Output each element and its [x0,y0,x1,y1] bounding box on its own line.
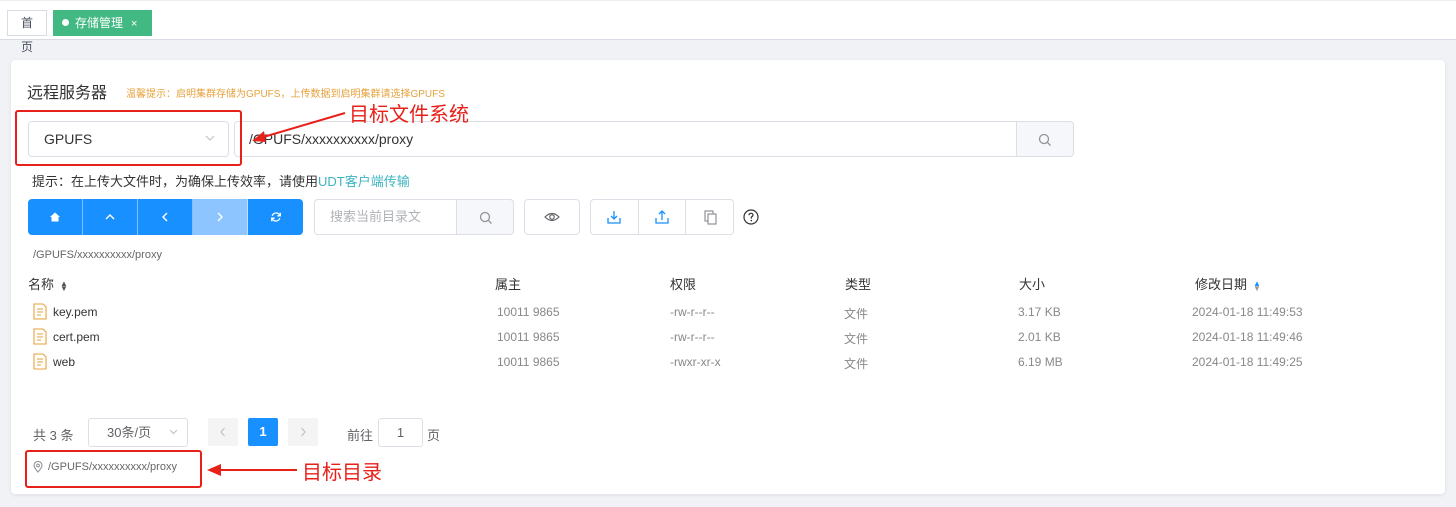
column-header-size: 大小 [1019,277,1046,292]
tab-label: 存储管理 [75,16,124,30]
file-icon [33,353,47,370]
file-name[interactable]: cert.pem [53,330,100,344]
file-icon [33,328,47,345]
search-icon [1038,133,1051,146]
prev-page-button[interactable] [208,418,238,446]
paste-button[interactable] [686,200,733,234]
file-name-cell[interactable]: cert.pem [33,328,100,345]
path-search-button[interactable] [1016,121,1074,157]
permission-cell: -rwxr-xr-x [670,355,721,369]
search-icon [479,211,492,224]
tab-storage-management[interactable]: 存储管理 × [53,10,152,36]
directory-filter-input[interactable]: 搜索当前目录文 [314,199,457,235]
file-name[interactable]: web [53,355,75,369]
owner-cell: 10011 9865 [497,330,560,344]
owner-cell: 10011 9865 [497,355,560,369]
column-name-label: 名称 [28,277,55,292]
back-icon [162,212,168,222]
permission-cell: -rw-r--r-- [670,330,715,344]
panel-title: 远程服务器 [27,85,108,102]
download-button[interactable] [591,200,639,234]
modified-cell: 2024-01-18 11:49:25 [1192,355,1303,369]
goto-page-input[interactable]: 1 [378,418,423,447]
column-header-name[interactable]: 名称 ▲ ▼ [28,274,68,293]
column-modified-label: 修改日期 [1195,277,1248,292]
chevron-left-icon [220,427,225,437]
filter-search-button[interactable] [456,199,514,235]
home-icon [50,212,60,222]
help-icon[interactable] [743,209,759,225]
annotation-target-dir: 目标目录 [302,462,382,484]
eye-icon [544,212,560,222]
goto-label: 前往 [347,428,374,443]
tab-home[interactable]: 首页 [7,10,47,54]
refresh-button[interactable] [248,199,303,235]
page-number-current[interactable]: 1 [248,418,278,446]
type-cell: 文件 [844,307,869,321]
close-icon[interactable]: × [131,18,137,30]
upload-icon [655,210,669,224]
annotation-arrow-icon [207,464,297,476]
column-header-owner: 属主 [495,277,522,292]
forward-button[interactable] [193,199,248,235]
annotation-target-fs: 目标文件系统 [349,104,469,126]
chevron-right-icon [301,427,306,437]
size-cell: 2.01 KB [1018,330,1061,344]
table-row[interactable]: key.pem 10011 9865 -rw-r--r-- 文件 3.17 KB… [0,300,1456,325]
column-header-modified[interactable]: 修改日期 ▲ ▼ [1195,274,1261,293]
table-row[interactable]: cert.pem 10011 9865 -rw-r--r-- 文件 2.01 K… [0,325,1456,350]
sort-icon[interactable]: ▲ ▼ [60,279,68,292]
page-size-select[interactable]: 30条/页 [88,418,188,447]
udt-client-link[interactable]: UDT客户端传输 [318,174,410,189]
current-path: /GPUFS/xxxxxxxxxx/proxy [33,249,162,261]
file-name[interactable]: key.pem [53,305,97,319]
next-page-button[interactable] [288,418,318,446]
annotation-box-fs [15,110,242,166]
download-icon [607,211,621,224]
column-header-type: 类型 [845,277,872,292]
page-size-value: 30条/页 [107,425,152,440]
up-arrow-icon [105,214,115,220]
copy-icon [704,210,717,225]
navigation-button-group [28,199,303,235]
column-header-permission: 权限 [670,277,697,292]
goto-unit: 页 [427,428,441,443]
annotation-box-dir [25,450,202,488]
forward-icon [217,212,223,222]
file-icon [33,303,47,320]
modified-cell: 2024-01-18 11:49:53 [1192,305,1303,319]
up-button[interactable] [83,199,138,235]
size-cell: 6.19 MB [1018,355,1063,369]
type-cell: 文件 [844,332,869,346]
upload-button[interactable] [639,200,687,234]
table-row[interactable]: web 10011 9865 -rwxr-xr-x 文件 6.19 MB 202… [0,350,1456,375]
type-cell: 文件 [844,357,869,371]
home-button[interactable] [28,199,83,235]
active-dot-icon [62,19,69,27]
annotation-arrow-icon [252,112,346,142]
transfer-button-group [590,199,734,235]
size-cell: 3.17 KB [1018,305,1061,319]
back-button[interactable] [138,199,193,235]
upload-hint: 提示：在上传大文件时，为确保上传效率，请使用UDT客户端传输 [32,171,410,190]
owner-cell: 10011 9865 [497,305,560,319]
modified-cell: 2024-01-18 11:49:46 [1192,330,1303,344]
tags-view-bar: 首页 存储管理 × [0,0,1456,54]
hint-text: 提示：在上传大文件时，为确保上传效率，请使用 [32,174,319,189]
refresh-icon [270,212,281,222]
show-hidden-button[interactable] [524,199,580,235]
file-name-cell[interactable]: web [33,353,75,370]
permission-cell: -rw-r--r-- [670,305,715,319]
sort-icon[interactable]: ▲ ▼ [1253,279,1261,292]
file-name-cell[interactable]: key.pem [33,303,97,320]
pager-total: 共 3 条 [33,428,74,443]
